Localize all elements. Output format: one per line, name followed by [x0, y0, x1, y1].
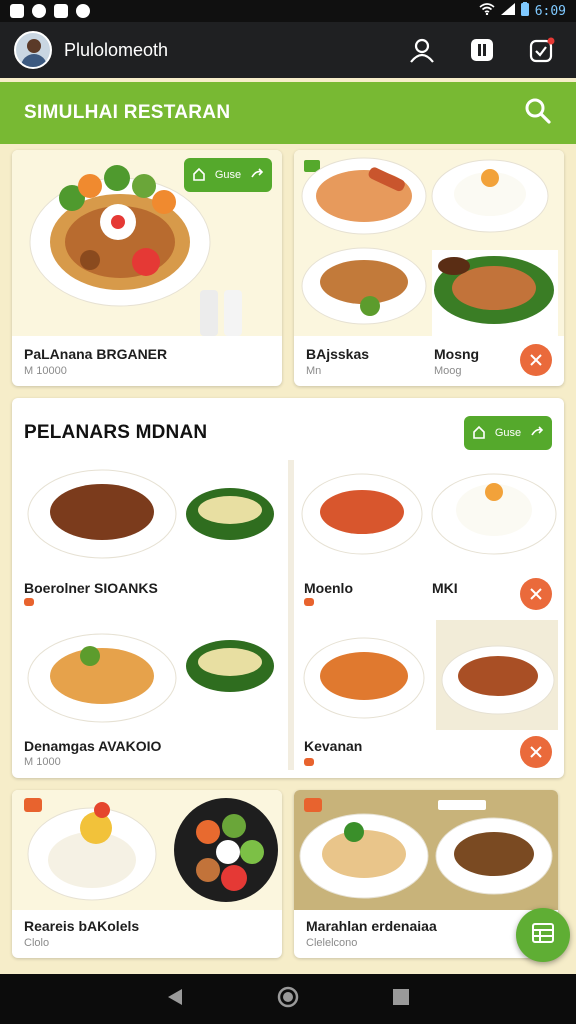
- app-icon: [10, 4, 24, 18]
- status-bar: 6:09: [0, 0, 576, 22]
- dish-title: Denamgas AVAKOIO: [24, 738, 162, 754]
- signal-icon: [500, 3, 515, 19]
- section-card: PELANARS MDNAN Guse Boerolner SIOANKS Mo…: [12, 398, 564, 778]
- flame-icon: [304, 758, 314, 766]
- dish-card[interactable]: Reareis bAKolels Clolo: [12, 790, 282, 958]
- dish-price: Clolo: [24, 937, 50, 949]
- dish-image: [12, 790, 282, 910]
- home-icon: [192, 167, 206, 184]
- section-title: PELANARS MDNAN: [24, 422, 208, 443]
- restaurant-title: SIMULHAI RESTARAN: [24, 102, 231, 123]
- add-to-cart-button[interactable]: [520, 736, 552, 768]
- guide-button[interactable]: Guse: [184, 158, 272, 192]
- table-icon: [531, 921, 555, 950]
- dish-image: [294, 790, 558, 910]
- add-to-cart-button[interactable]: [520, 344, 552, 376]
- add-to-cart-button[interactable]: [520, 578, 552, 610]
- dish-title: Moenlo: [304, 580, 353, 596]
- app-icon: [32, 4, 46, 18]
- dish-title: Boerolner SIOANKS: [24, 580, 158, 596]
- dish-title-secondary: Mosng: [434, 346, 480, 362]
- search-header: SIMULHAI RESTARAN: [0, 82, 576, 144]
- pause-icon[interactable]: [462, 30, 502, 70]
- table-view-button[interactable]: [516, 908, 570, 962]
- guide-button[interactable]: Guse: [464, 416, 552, 450]
- dish-image: [294, 150, 564, 336]
- notification-icon[interactable]: [522, 30, 562, 70]
- app-icon: [54, 4, 68, 18]
- home-icon: [472, 425, 486, 442]
- dish-price: Mn: [306, 365, 322, 377]
- avatar[interactable]: [14, 31, 52, 69]
- dish-card[interactable]: BAjsskas Mn Mosng Moog: [294, 150, 564, 386]
- app-name: Plulolomeoth: [64, 39, 169, 60]
- person-icon[interactable]: [402, 30, 442, 70]
- notification-icons: [10, 4, 90, 18]
- app-bar: Plulolomeoth: [0, 22, 576, 78]
- dish-price: M 10000: [24, 365, 67, 377]
- back-icon[interactable]: [166, 988, 184, 1011]
- search-icon[interactable]: [524, 97, 552, 130]
- app-icon: [76, 4, 90, 18]
- battery-icon: [520, 2, 529, 20]
- share-icon: [530, 425, 544, 442]
- guide-button-label: Guse: [214, 169, 242, 181]
- home-icon[interactable]: [277, 986, 299, 1013]
- dish-title: Reareis bAKolels: [24, 918, 140, 934]
- share-icon: [250, 167, 264, 184]
- status-time: 6:09: [534, 3, 566, 19]
- dish-title-secondary: MKI: [432, 580, 458, 596]
- dish-title: PaLAnana BRGANER: [24, 346, 168, 362]
- dish-price: M 1000: [24, 756, 61, 768]
- dish-title: Marahlan erdenaiaa: [306, 918, 437, 934]
- flame-icon: [304, 598, 314, 606]
- guide-button-label: Guse: [494, 427, 522, 439]
- flame-icon: [24, 598, 34, 606]
- dish-title: BAjsskas: [306, 346, 370, 362]
- system-navigation-bar: [0, 974, 576, 1024]
- recents-icon[interactable]: [392, 988, 410, 1011]
- dish-card[interactable]: Guse PaLAnana BRGANER M 10000: [12, 150, 282, 386]
- wifi-icon: [479, 3, 495, 19]
- dish-price: Clelelcono: [306, 937, 358, 949]
- dish-price-secondary: Moog: [434, 365, 462, 377]
- section-dishes-illustration: [27, 469, 558, 730]
- dish-title: Kevanan: [304, 738, 363, 754]
